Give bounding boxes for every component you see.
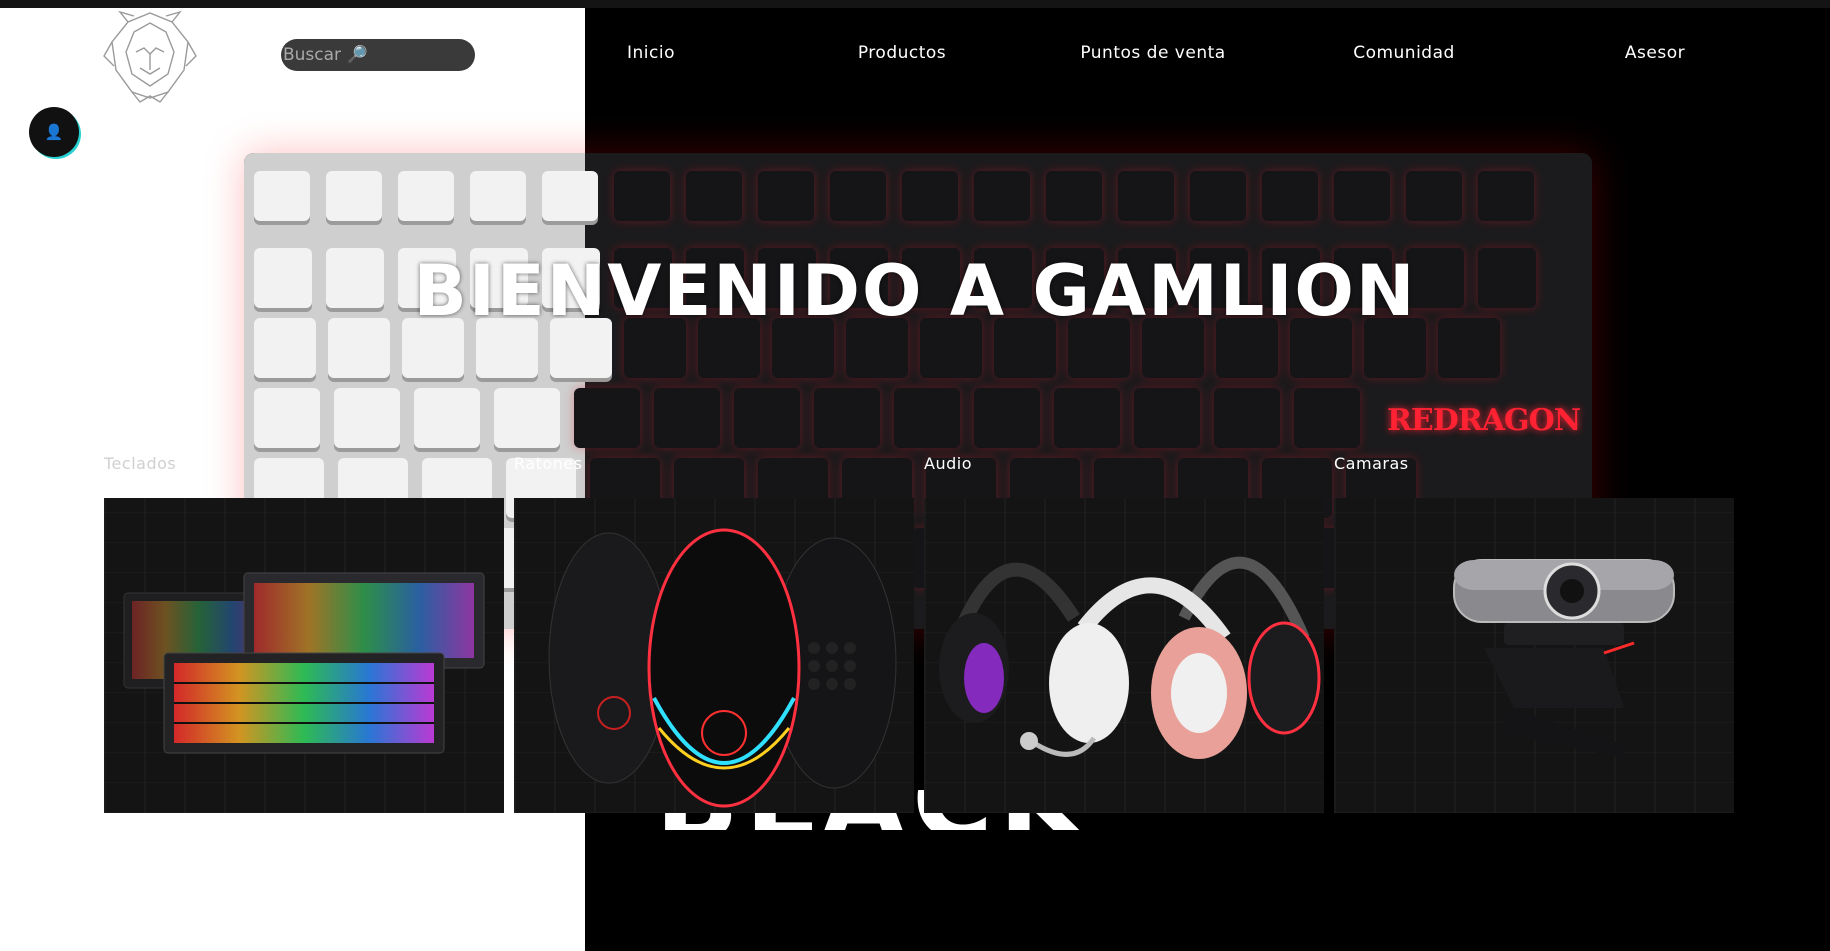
nav-productos[interactable]: Productos [858,43,946,63]
keyboard-key [814,388,880,448]
hero-title: BIENVENIDO A GAMLION [413,250,1417,332]
keyboard-key [470,171,526,221]
nav-asesor[interactable]: Asesor [1625,43,1685,63]
webcam-image [1453,559,1675,758]
category-card-ratones[interactable] [514,498,914,813]
keyboard-key [334,388,400,448]
nav-comunidad[interactable]: Comunidad [1353,43,1455,63]
keyboard-key [1334,171,1390,221]
keyboard-key [614,171,670,221]
keyboard-key [326,171,382,221]
user-icon: 👤 [44,124,64,141]
keyboard-key [686,171,742,221]
keyboard-key [1118,171,1174,221]
category-label-camaras[interactable]: Camaras [1334,454,1409,473]
category-label-audio[interactable]: Audio [924,454,972,473]
keyboard-key [494,388,560,448]
keyboards-image [123,572,485,754]
nav-inicio[interactable]: Inicio [627,43,675,63]
keyboard-key [398,171,454,221]
keyboard-key [1134,388,1200,448]
keyboard-key [1046,171,1102,221]
keyboard-key [974,171,1030,221]
category-card-audio[interactable] [924,498,1324,813]
keyboard-key [254,171,310,221]
category-label-teclados[interactable]: Teclados [104,454,176,473]
category-label-ratones[interactable]: Ratones [514,454,582,473]
user-account-button[interactable]: 👤 [29,107,79,157]
keyboard-key [1214,388,1280,448]
nav-puntos-de-venta[interactable]: Puntos de venta [1080,43,1225,63]
category-card-teclados[interactable] [104,498,504,813]
keyboard-key [1054,388,1120,448]
top-strip [0,0,1830,8]
keyboard-key [1262,171,1318,221]
keyboard-key [902,171,958,221]
keyboard-brand-label: REDRAGON [1387,403,1581,438]
keyboard-key [1406,171,1462,221]
keyboard-key [1190,171,1246,221]
keyboard-key [414,388,480,448]
keyboard-key [734,388,800,448]
mice-image [548,528,897,808]
keyboard-key [574,388,640,448]
keyboard-key [254,388,320,448]
keyboard-key [542,171,598,221]
keyboard-key [974,388,1040,448]
keyboard-key [1478,171,1534,221]
headsets-image [939,556,1321,759]
lion-head-logo-icon[interactable] [100,8,200,103]
keyboard-key [1294,388,1360,448]
keyboard-key [758,171,814,221]
keyboard-key [894,388,960,448]
category-card-camaras[interactable] [1334,498,1734,813]
keyboard-key [654,388,720,448]
search-input[interactable] [281,39,475,71]
keyboard-key [830,171,886,221]
